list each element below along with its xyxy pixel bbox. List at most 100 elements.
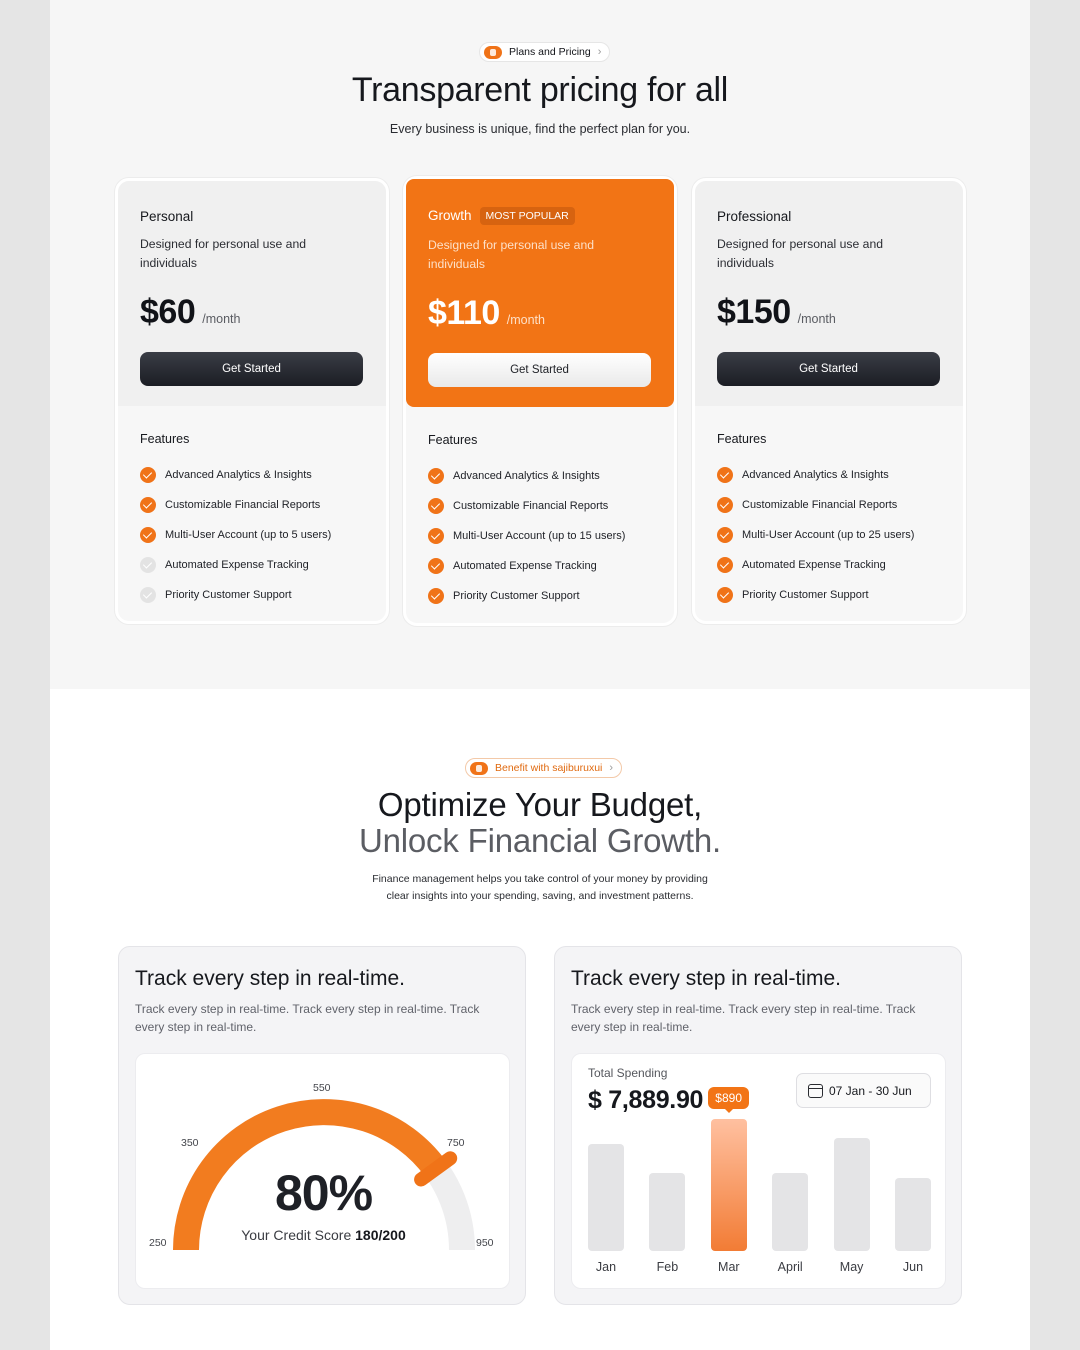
gauge-caption-text: Your Credit Score xyxy=(241,1227,352,1243)
plan-card-personal: Personal Designed for personal use and i… xyxy=(115,178,389,624)
pricing-pill[interactable]: Plans and Pricing › xyxy=(479,42,611,62)
get-started-button[interactable]: Get Started xyxy=(428,353,651,387)
feature-label: Customizable Financial Reports xyxy=(453,500,609,512)
feature-item: Customizable Financial Reports xyxy=(428,491,625,521)
feature-label: Automated Expense Tracking xyxy=(453,560,597,572)
credit-score-card: Track every step in real-time. Track eve… xyxy=(118,946,526,1305)
spending-chart: Total Spending $ 7,889.90 07 Jan - 30 Ju… xyxy=(571,1053,946,1289)
feature-label: Advanced Analytics & Insights xyxy=(453,470,600,482)
bar-jan[interactable] xyxy=(588,1144,624,1251)
calendar-icon xyxy=(808,1083,823,1098)
plan-price: $150 /month xyxy=(717,293,836,332)
benefit-title-line2: Unlock Financial Growth. xyxy=(358,822,721,859)
check-disabled-icon xyxy=(140,557,156,573)
feature-item: Automated Expense Tracking xyxy=(717,550,914,580)
bar-april[interactable] xyxy=(772,1173,809,1251)
benefit-description-line1: Finance management helps you take contro… xyxy=(372,873,708,885)
plan-card-growth: Growth MOST POPULAR Designed for personal… xyxy=(403,176,677,626)
bar-label-jan: Jan xyxy=(595,1260,617,1274)
check-icon xyxy=(140,497,156,513)
feature-label: Automated Expense Tracking xyxy=(165,559,309,571)
price-value: $60 xyxy=(140,293,196,331)
check-icon xyxy=(717,467,733,483)
plan-price: $110 /month xyxy=(428,294,545,333)
gauge-label-550: 550 xyxy=(313,1082,331,1094)
feature-label: Customizable Financial Reports xyxy=(742,499,898,511)
card-title: Track every step in real-time. xyxy=(135,967,405,990)
get-started-button[interactable]: Get Started xyxy=(717,352,940,386)
feature-item: Multi-User Account (up to 25 users) xyxy=(717,520,914,550)
check-icon xyxy=(717,557,733,573)
pricing-subtitle: Every business is unique, find the perfe… xyxy=(389,122,691,136)
bar-label-may: May xyxy=(839,1260,864,1274)
plan-price: $60 /month xyxy=(140,293,240,332)
gauge-score: 180/200 xyxy=(355,1227,406,1243)
bar-feb[interactable] xyxy=(649,1173,686,1251)
total-spending-label: Total Spending xyxy=(588,1066,668,1080)
chevron-right-icon: › xyxy=(609,762,614,774)
features-title: Features xyxy=(140,432,190,446)
bar-label-feb: Feb xyxy=(656,1260,679,1274)
chevron-right-icon: › xyxy=(597,46,602,58)
feature-label: Advanced Analytics & Insights xyxy=(165,469,312,481)
most-popular-badge: MOST POPULAR xyxy=(479,207,575,225)
feature-label: Priority Customer Support xyxy=(742,589,869,601)
check-icon xyxy=(717,587,733,603)
feature-label: Multi-User Account (up to 15 users) xyxy=(453,530,626,542)
feature-item: Multi-User Account (up to 5 users) xyxy=(140,520,331,550)
feature-item: Priority Customer Support xyxy=(428,581,625,611)
feature-item: Automated Expense Tracking xyxy=(140,550,331,580)
feature-label: Priority Customer Support xyxy=(165,589,292,601)
feature-list: Advanced Analytics & Insights Customizab… xyxy=(428,461,625,611)
plan-name: Growth xyxy=(428,208,472,223)
benefit-description: Finance management helps you take contro… xyxy=(340,871,740,905)
check-icon xyxy=(428,468,444,484)
feature-item: Priority Customer Support xyxy=(717,580,914,610)
feature-item: Advanced Analytics & Insights xyxy=(428,461,625,491)
bar-label-mar: Mar xyxy=(718,1260,740,1274)
feature-label: Customizable Financial Reports xyxy=(165,499,321,511)
benefit-pill-label: Benefit with sajiburuxui xyxy=(495,762,603,774)
plan-description: Designed for personal use and individual… xyxy=(428,238,594,271)
plan-name: Professional xyxy=(717,209,792,224)
total-spending-value: $ 7,889.90 xyxy=(588,1086,704,1114)
feature-label: Advanced Analytics & Insights xyxy=(742,469,889,481)
plan-description: Designed for personal use and individual… xyxy=(717,237,883,270)
benefit-pill[interactable]: Benefit with sajiburuxui › xyxy=(465,758,623,778)
date-range-button[interactable]: 07 Jan - 30 Jun xyxy=(796,1073,931,1108)
bar-label-jun: Jun xyxy=(902,1260,924,1274)
credit-gauge: 250 350 550 750 950 80% Your Credit Scor… xyxy=(135,1053,510,1289)
check-icon xyxy=(140,467,156,483)
feature-item: Customizable Financial Reports xyxy=(717,490,914,520)
gauge-label-350: 350 xyxy=(181,1137,199,1149)
price-value: $150 xyxy=(717,293,791,331)
check-icon xyxy=(717,527,733,543)
get-started-button[interactable]: Get Started xyxy=(140,352,363,386)
bar-mar[interactable] xyxy=(710,1119,747,1251)
spending-card: Track every step in real-time. Track eve… xyxy=(554,946,962,1305)
bar-jun[interactable] xyxy=(895,1178,931,1251)
price-period: /month xyxy=(506,313,545,327)
benefit-title-line1: Optimize Your Budget, xyxy=(377,786,703,823)
plan-name-row: Growth MOST POPULAR xyxy=(428,207,575,225)
feature-list: Advanced Analytics & Insights Customizab… xyxy=(140,460,331,610)
feature-label: Multi-User Account (up to 25 users) xyxy=(742,529,915,541)
page: Plans and Pricing › Transparent pricing … xyxy=(50,0,1030,1350)
price-period: /month xyxy=(202,312,241,326)
tag-icon xyxy=(470,761,488,775)
price-period: /month xyxy=(797,312,836,326)
bar-tooltip: $890 xyxy=(708,1087,749,1113)
feature-label: Priority Customer Support xyxy=(453,590,580,602)
check-icon xyxy=(428,498,444,514)
check-disabled-icon xyxy=(140,587,156,603)
pricing-section: Plans and Pricing › Transparent pricing … xyxy=(50,0,1030,689)
feature-item: Advanced Analytics & Insights xyxy=(140,460,331,490)
feature-item: Automated Expense Tracking xyxy=(428,551,625,581)
date-range-label: 07 Jan - 30 Jun xyxy=(829,1083,912,1098)
gauge-percent: 80% xyxy=(274,1165,373,1221)
benefit-description-line2: clear insights into your spending, savin… xyxy=(386,890,694,902)
bar-may[interactable] xyxy=(833,1138,870,1251)
plan-name: Personal xyxy=(140,209,194,224)
pricing-pill-label: Plans and Pricing xyxy=(509,46,591,58)
check-icon xyxy=(717,497,733,513)
